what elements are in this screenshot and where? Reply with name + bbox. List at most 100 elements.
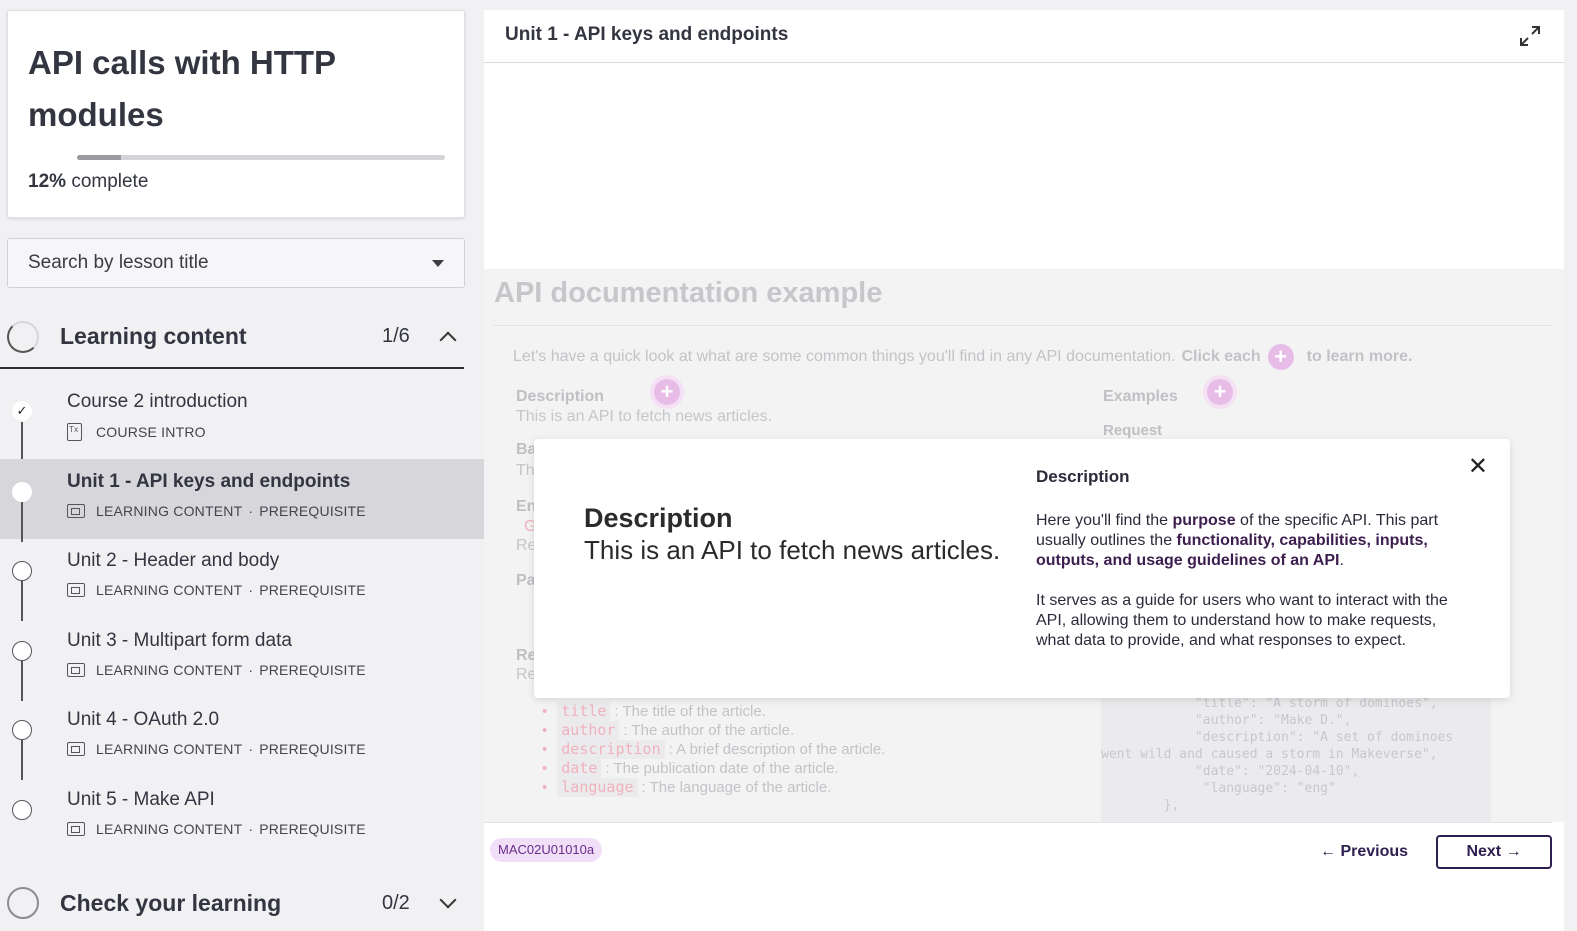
popup-explanation: Description Here you'll find the purpose…: [1036, 467, 1456, 671]
course-sidebar: API calls with HTTP modules 12% complete…: [0, 0, 484, 931]
lesson-title: Unit 5 - Make API: [67, 789, 215, 810]
timeline-line: [21, 661, 23, 701]
slideshow-icon: [67, 822, 85, 836]
description-popup: Description This is an API to fetch news…: [534, 439, 1510, 698]
doc-intro-bold-b: to learn more.: [1306, 348, 1413, 365]
example-code-block: "title": "A storm of dominoes", "author"…: [1101, 687, 1491, 822]
lesson-status-circle-icon: [12, 641, 32, 661]
popup-title: Description: [1036, 467, 1130, 486]
divider: [494, 325, 1552, 326]
progress-fill: [77, 155, 122, 160]
section-check-your-learning[interactable]: Check your learning 0/2: [0, 876, 464, 930]
chevron-down-icon[interactable]: [439, 891, 457, 909]
course-card: API calls with HTTP modules 12% complete: [7, 10, 465, 218]
lesson-title: Unit 3 - Multipart form data: [67, 630, 292, 651]
lesson-item-unit-4[interactable]: Unit 4 - OAuth 2.0 LEARNING CONTENT · PR…: [0, 697, 484, 780]
lesson-item-unit-2[interactable]: Unit 2 - Header and body LEARNING CONTEN…: [0, 538, 484, 621]
document-icon: Tx: [67, 423, 82, 441]
lesson-header: Unit 1 - API keys and endpoints: [484, 10, 1564, 63]
partial-text: Th: [516, 462, 535, 479]
section-learning-content[interactable]: Learning content 1/6: [0, 306, 464, 369]
lesson-tag: PREREQUISITE: [259, 741, 366, 757]
examples-plus-icon[interactable]: +: [1207, 379, 1233, 405]
doc-intro: Let's have a quick look at what are some…: [513, 344, 1412, 370]
lesson-tag: PREREQUISITE: [259, 662, 366, 678]
section-progress-ring-icon: [7, 887, 39, 919]
lesson-tag: PREREQUISITE: [259, 821, 366, 837]
list-item: • description: A brief description of the…: [542, 740, 886, 759]
expand-fullscreen-icon[interactable]: [1518, 24, 1542, 48]
lesson-item-unit-1[interactable]: Unit 1 - API keys and endpoints LEARNING…: [0, 459, 484, 542]
progress-text: 12% complete: [28, 171, 148, 193]
doc-intro-bold-a: Click each: [1181, 348, 1261, 365]
plus-icon: +: [1267, 344, 1294, 370]
list-item: • date: The publication date of the artic…: [542, 759, 839, 778]
list-item: • author: The author of the article.: [542, 721, 795, 740]
lesson-type: LEARNING CONTENT: [96, 582, 243, 598]
content-id-badge: MAC02U01010a: [490, 838, 603, 862]
request-label: Request: [1103, 422, 1163, 439]
lesson-heading: Unit 1 - API keys and endpoints: [505, 24, 789, 45]
section-count: 0/2: [382, 891, 410, 914]
next-button[interactable]: Next →: [1436, 835, 1552, 869]
lesson-title: Unit 2 - Header and body: [67, 550, 280, 571]
lesson-meta: LEARNING CONTENT · PREREQUISITE: [67, 503, 366, 519]
doc-heading: API documentation example: [494, 277, 883, 309]
lesson-status-circle-icon: [12, 561, 32, 581]
slideshow-icon: [67, 583, 85, 597]
lesson-title: Unit 4 - OAuth 2.0: [67, 709, 220, 730]
lesson-meta: LEARNING CONTENT · PREREQUISITE: [67, 582, 366, 598]
lesson-meta: Tx COURSE INTRO: [67, 423, 206, 441]
section-progress-ring-icon: [7, 320, 39, 353]
progress-suffix: complete: [71, 171, 149, 192]
caret-down-icon: [432, 259, 444, 267]
lesson-item-unit-3[interactable]: Unit 3 - Multipart form data LEARNING CO…: [0, 618, 484, 701]
course-title: API calls with HTTP modules: [28, 44, 336, 133]
lesson-main-panel: Unit 1 - API keys and endpoints API docu…: [484, 10, 1564, 931]
timeline-line: [21, 581, 23, 621]
divider: [484, 822, 1552, 823]
lesson-type: LEARNING CONTENT: [96, 821, 243, 837]
description-label: Description: [516, 388, 605, 405]
current-lesson-dot-icon: [12, 482, 32, 502]
lesson-title: Course 2 introduction: [67, 391, 248, 412]
popup-image-title: Description: [584, 503, 733, 533]
lesson-item-unit-5[interactable]: Unit 5 - Make API LEARNING CONTENT · PRE…: [0, 777, 484, 857]
lesson-search-select[interactable]: Search by lesson title: [7, 238, 465, 288]
search-placeholder: Search by lesson title: [28, 252, 209, 273]
lesson-title: Unit 1 - API keys and endpoints: [67, 471, 351, 492]
popup-paragraph-1: Here you'll find the purpose of the spec…: [1036, 512, 1439, 569]
lesson-meta: LEARNING CONTENT · PREREQUISITE: [67, 662, 366, 678]
description-text: This is an API to fetch news articles.: [516, 408, 773, 425]
lesson-tag: PREREQUISITE: [259, 582, 366, 598]
section-title: Learning content: [60, 323, 247, 349]
previous-button[interactable]: ← Previous: [1314, 836, 1414, 868]
chevron-up-icon[interactable]: [439, 331, 457, 348]
lesson-type: LEARNING CONTENT: [96, 503, 243, 519]
list-item: • title: The title of the article.: [542, 702, 766, 721]
section-count: 1/6: [382, 325, 410, 347]
lesson-type: LEARNING CONTENT: [96, 741, 243, 757]
slideshow-icon: [67, 663, 85, 677]
lesson-item-course-intro[interactable]: ✓ Course 2 introduction Tx COURSE INTRO: [0, 379, 484, 462]
popup-image-text: This is an API to fetch news articles.: [584, 535, 1001, 565]
close-icon[interactable]: ✕: [1468, 455, 1488, 479]
lesson-type: COURSE INTRO: [96, 424, 206, 440]
slideshow-icon: [67, 742, 85, 756]
lesson-tag: PREREQUISITE: [259, 503, 366, 519]
response-fields-list: • title: The title of the article. • autho…: [542, 702, 885, 797]
timeline-line: [21, 502, 23, 542]
description-plus-icon[interactable]: +: [654, 379, 680, 405]
lesson-type: LEARNING CONTENT: [96, 662, 243, 678]
checkmark-icon: ✓: [12, 401, 32, 421]
interactive-content: API documentation example Let's have a q…: [484, 269, 1564, 822]
slideshow-icon: [67, 504, 85, 518]
section-title: Check your learning: [60, 889, 282, 916]
timeline-line: [21, 740, 23, 780]
lesson-meta: LEARNING CONTENT · PREREQUISITE: [67, 741, 366, 757]
doc-intro-text: Let's have a quick look at what are some…: [513, 348, 1176, 365]
progress-bar: [77, 155, 445, 160]
lesson-meta: LEARNING CONTENT · PREREQUISITE: [67, 821, 366, 837]
list-item: • language: The language of the article.: [542, 778, 832, 797]
lesson-status-circle-icon: [12, 720, 32, 740]
